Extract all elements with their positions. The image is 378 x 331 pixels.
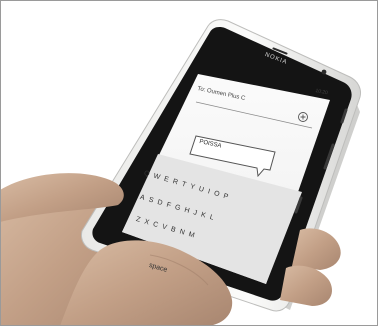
photo-scene: NOKIA 10:20 To: Oumen Plus C POISSA QWER… <box>0 0 378 326</box>
right-finger-lower <box>280 265 332 306</box>
front-camera <box>321 69 327 75</box>
right-finger-upper <box>292 228 341 270</box>
